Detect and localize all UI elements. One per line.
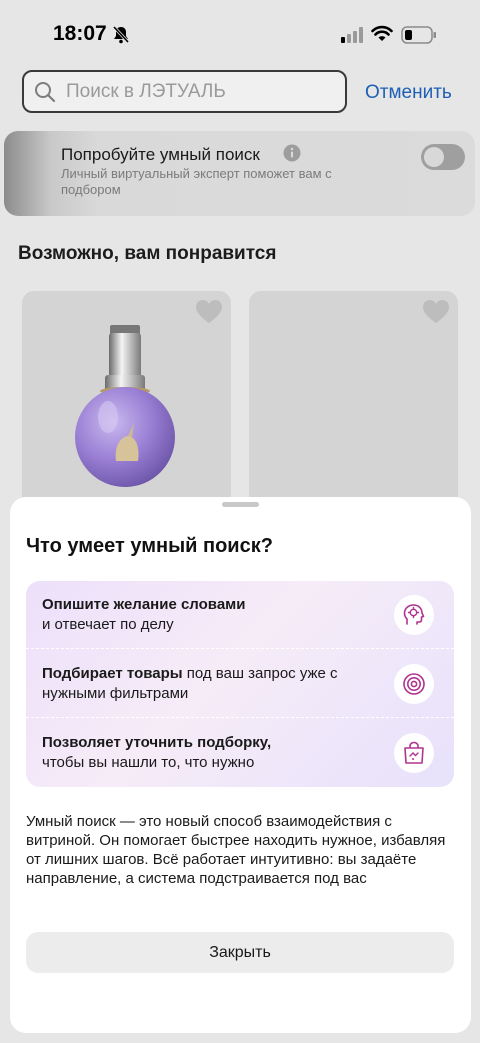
- feature-item: Опишите желание словами и отвечает по де…: [42, 595, 372, 635]
- smart-search-description: Личный виртуальный эксперт поможет вам с…: [61, 166, 332, 197]
- shopping-bag-icon: [394, 733, 434, 773]
- sheet-description: Умный поиск — это новый способ взаимодей…: [26, 813, 446, 887]
- target-icon: [394, 664, 434, 704]
- feature-item: Позволяет уточнить подборку, чтобы вы на…: [42, 733, 372, 773]
- smart-search-card: Попробуйте умный поиск Личный виртуальны…: [4, 131, 475, 216]
- product-card[interactable]: [249, 291, 458, 521]
- head-idea-icon: [394, 595, 434, 635]
- feature-bold: Подбирает товары: [42, 665, 183, 682]
- search-field[interactable]: [22, 70, 347, 113]
- close-button[interactable]: Закрыть: [26, 932, 454, 973]
- battery-icon: [401, 26, 437, 49]
- smart-search-title: Попробуйте умный поиск: [61, 145, 260, 164]
- signal-icon: [341, 27, 365, 48]
- search-icon: [34, 81, 56, 108]
- wifi-icon: [371, 25, 393, 47]
- recommendations-title: Возможно, вам понравится: [18, 243, 277, 264]
- feature-item: Подбирает товары под ваш запрос уже с ну…: [42, 664, 372, 704]
- cancel-button[interactable]: Отменить: [365, 82, 452, 104]
- feature-bold: Опишите желание словами: [42, 596, 246, 613]
- product-card[interactable]: [22, 291, 231, 521]
- divider: [26, 717, 454, 718]
- smart-search-toggle[interactable]: [421, 144, 465, 170]
- feature-text: чтобы вы нашли то, что нужно: [42, 754, 255, 771]
- feature-text: и отвечает по делу: [42, 616, 174, 633]
- status-bar: 18:07: [0, 0, 480, 70]
- search-input[interactable]: [66, 74, 336, 110]
- perfume-bottle-image: [72, 319, 182, 494]
- feature-bold: Позволяет уточнить подборку,: [42, 734, 272, 751]
- sheet-title: Что умеет умный поиск?: [26, 535, 273, 557]
- status-time: 18:07: [53, 22, 107, 45]
- info-icon[interactable]: [283, 144, 301, 167]
- toggle-knob: [424, 147, 444, 167]
- heart-icon[interactable]: [195, 299, 223, 330]
- sheet-grabber[interactable]: [222, 502, 259, 507]
- smart-search-info-sheet: Что умеет умный поиск? Опишите желание с…: [10, 497, 471, 1033]
- heart-icon[interactable]: [422, 299, 450, 330]
- divider: [26, 648, 454, 649]
- features-panel: Опишите желание словами и отвечает по де…: [26, 581, 454, 787]
- bell-muted-icon: [112, 25, 130, 49]
